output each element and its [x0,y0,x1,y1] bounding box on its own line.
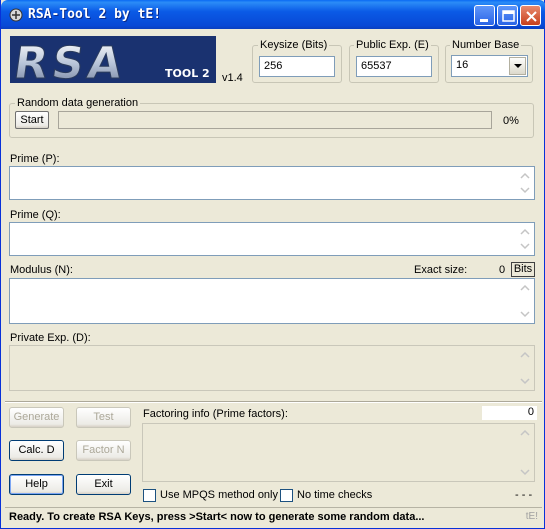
scroll-down-icon[interactable] [517,238,533,254]
prime-p-field[interactable] [9,166,535,200]
modulus-field[interactable] [9,278,535,324]
prime-p-scrollbar[interactable] [517,168,533,198]
public-exp-label: Public Exp. (E) [354,39,431,51]
modulus-label: Modulus (N): [10,264,73,276]
section-divider [5,401,542,403]
title-bar[interactable]: RSA-Tool 2 by tE! [1,0,545,29]
exact-size-value: 0 [499,264,506,276]
scroll-up-icon[interactable] [517,425,533,441]
factoring-field[interactable] [142,423,535,482]
status-text: Ready. To create RSA Keys, press >Start<… [9,511,425,523]
private-exp-label: Private Exp. (D): [10,332,91,344]
status-bar: Ready. To create RSA Keys, press >Start<… [5,507,542,526]
no-time-checks-label: No time checks [297,489,373,501]
prime-q-label: Prime (Q): [10,209,61,221]
number-base-value: 16 [456,59,469,71]
rsa-logo: RSA TOOL 2 [10,36,216,83]
chevron-down-icon [514,64,522,68]
factoring-count: 0 [482,406,537,420]
start-button[interactable]: Start [15,111,49,129]
generate-button[interactable]: Generate [9,407,64,428]
keysize-input[interactable]: 256 [259,56,335,77]
close-button[interactable] [520,5,541,26]
test-button[interactable]: Test [76,407,131,428]
private-exp-field[interactable] [9,345,535,391]
status-corner-label: tE! [525,511,538,522]
window-title: RSA-Tool 2 by tE! [28,7,162,22]
keysize-label: Keysize (Bits) [258,39,330,51]
maximize-icon [502,10,515,22]
main-window: RSA-Tool 2 by tE! RSA TOOL 2 v1.4 Keysiz… [0,0,545,529]
minimize-icon [480,19,488,22]
number-base-label: Number Base [450,39,522,51]
prime-p-label: Prime (P): [10,153,60,165]
logo-text: RSA [11,38,130,83]
private-exp-scrollbar[interactable] [517,347,533,389]
public-exp-input[interactable]: 65537 [356,56,432,77]
help-button[interactable]: Help [9,474,64,495]
scroll-down-icon[interactable] [517,182,533,198]
minimize-button[interactable] [474,5,495,26]
number-base-select[interactable]: 16 [451,55,528,77]
maximize-button[interactable] [497,5,518,26]
scroll-up-icon[interactable] [517,280,533,296]
modulus-scrollbar[interactable] [517,280,533,322]
close-icon [526,11,537,22]
scroll-up-icon[interactable] [517,347,533,363]
mpqs-label: Use MPQS method only [160,489,278,501]
random-progress-bar [58,111,492,129]
version-label: v1.4 [222,72,243,84]
factoring-label: Factoring info (Prime factors): [143,408,288,420]
dropdown-arrow-button[interactable] [509,57,526,75]
scroll-down-icon[interactable] [517,306,533,322]
logo-subtext: TOOL 2 [165,67,210,80]
progress-percent: 0% [503,115,519,127]
mpqs-checkbox[interactable] [143,489,156,502]
no-time-checks-checkbox[interactable] [280,489,293,502]
calc-d-button[interactable]: Calc. D [9,440,64,461]
exact-size-label: Exact size: [414,264,468,276]
prime-q-field[interactable] [9,222,535,256]
scroll-down-icon[interactable] [517,464,533,480]
time-display: - - - [515,489,533,501]
scroll-down-icon[interactable] [517,373,533,389]
random-label: Random data generation [15,97,141,109]
prime-q-scrollbar[interactable] [517,224,533,254]
exit-button[interactable]: Exit [76,474,131,495]
factor-n-button[interactable]: Factor N [76,440,131,461]
factoring-scrollbar[interactable] [517,425,533,480]
bits-button[interactable]: Bits [511,262,535,277]
app-icon [9,8,23,22]
